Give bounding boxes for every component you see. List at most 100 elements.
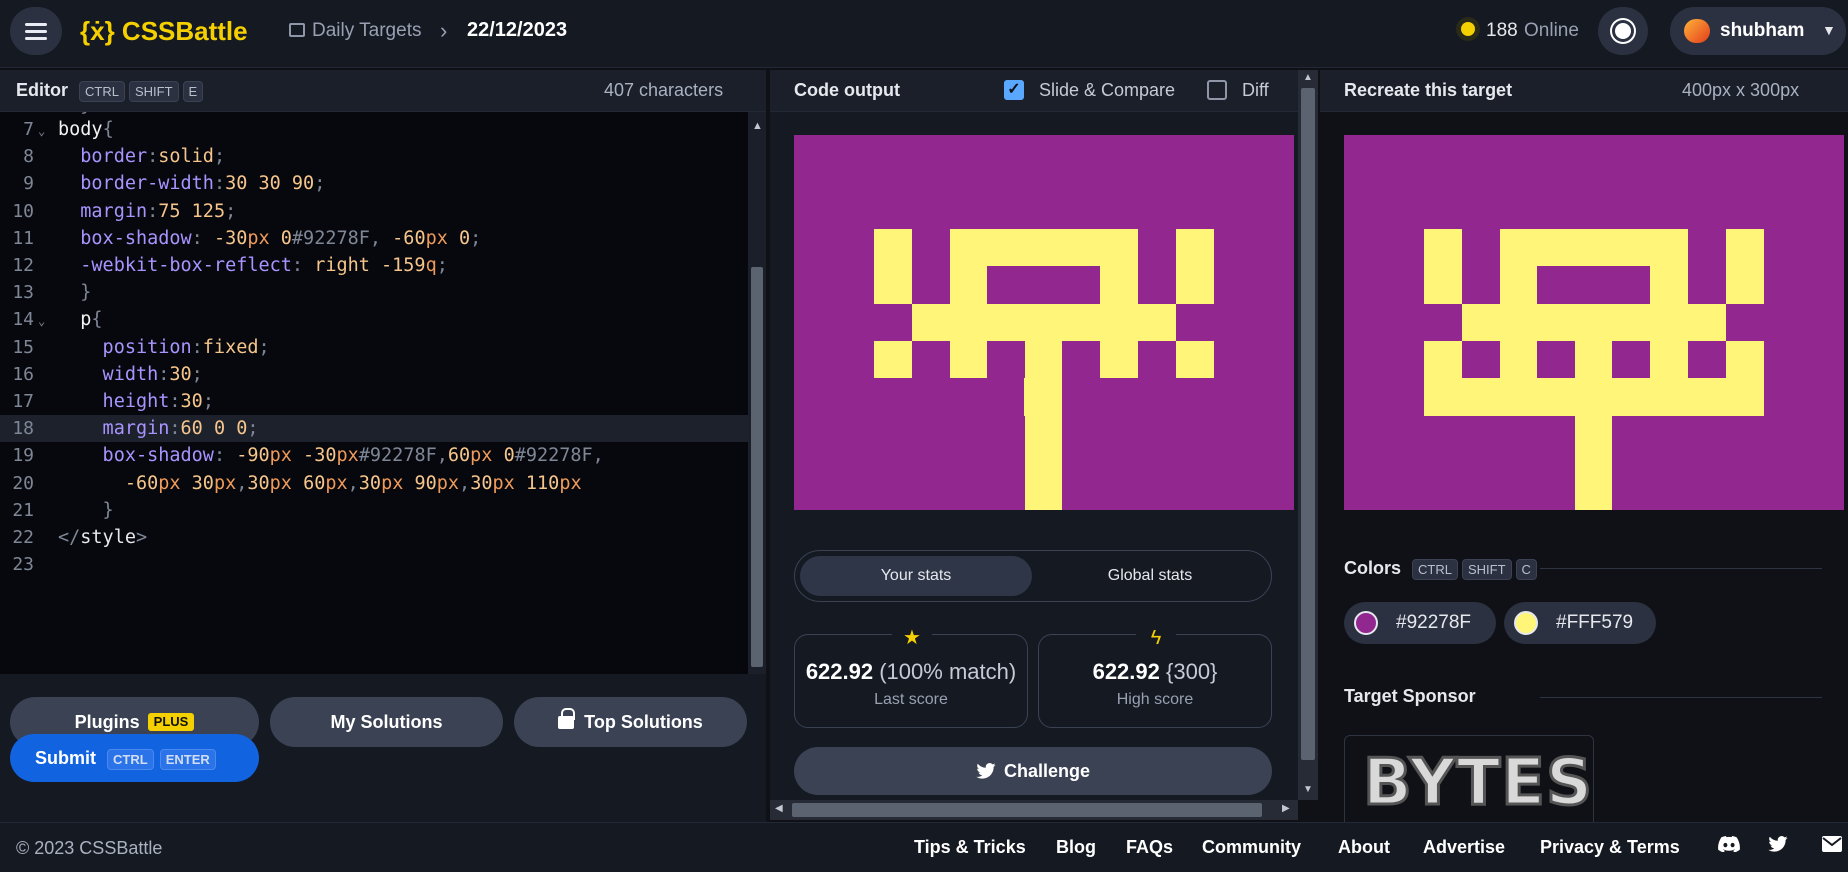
lock-icon	[558, 708, 576, 729]
target-purple-cutout	[1537, 341, 1575, 378]
fold-chevron-icon[interactable]: ⌄	[38, 118, 45, 145]
scroll-left-icon[interactable]: ◀	[775, 803, 783, 814]
code-text: }	[58, 497, 114, 524]
editor-scrollbar[interactable]: ▲	[748, 112, 766, 674]
color-chip-yellow[interactable]: #FFF579	[1504, 602, 1656, 644]
code-output-canvas[interactable]	[794, 135, 1294, 510]
code-token: px	[470, 445, 493, 467]
code-token: px	[492, 472, 515, 494]
code-text: body{	[58, 116, 114, 143]
line-number: 13	[12, 282, 34, 304]
code-line[interactable]: 13 }	[0, 279, 748, 306]
colors-shortcut: CTRL SHIFT C	[1412, 558, 1541, 580]
output-horizontal-scrollbar[interactable]: ◀ ▶	[770, 800, 1298, 820]
target-purple-cutout	[1688, 229, 1726, 304]
line-number: 16	[12, 363, 34, 385]
output-purple-cutout	[1062, 341, 1100, 378]
stats-tabs: Your stats Global stats	[794, 550, 1272, 602]
code-line[interactable]: 16 width:30;	[0, 361, 748, 388]
code-token: ,	[459, 472, 471, 494]
sponsor-banner[interactable]: BYTES	[1344, 735, 1594, 835]
code-line[interactable]: 9 border-width:30 30 90;	[0, 170, 748, 197]
kbd-ctrl: CTRL	[79, 81, 125, 102]
tab-global-stats[interactable]: Global stats	[1034, 556, 1266, 596]
output-purple-cutout	[1138, 229, 1176, 304]
footer-link-community[interactable]: Community	[1202, 837, 1301, 858]
code-text: position:fixed;	[58, 334, 270, 361]
code-token: :	[213, 173, 226, 195]
scroll-up-icon[interactable]: ▲	[752, 120, 763, 132]
diff-checkbox[interactable]	[1207, 80, 1227, 100]
submit-button[interactable]: Submit CTRL ENTER	[10, 734, 259, 782]
hamburger-menu-button[interactable]	[10, 7, 62, 55]
sponsor-logo: BYTES	[1361, 745, 1594, 822]
challenge-button[interactable]: Challenge	[794, 747, 1272, 795]
code-line[interactable]: 17 height:30;	[0, 388, 748, 415]
tab-your-stats[interactable]: Your stats	[800, 556, 1032, 596]
code-line[interactable]: 7 ⌄ body{	[0, 116, 748, 143]
footer-link-advertise[interactable]: Advertise	[1423, 837, 1505, 858]
code-line[interactable]: 18 margin:60 0 0;	[0, 415, 748, 443]
breadcrumb-daily-targets[interactable]: Daily Targets	[312, 20, 421, 42]
code-token: #92278F,	[358, 445, 448, 467]
output-horizontal-thumb[interactable]	[792, 803, 1262, 817]
footer-link-about[interactable]: About	[1338, 837, 1390, 858]
high-score-label: High score	[1116, 691, 1194, 708]
sun-icon	[1615, 23, 1631, 39]
code-token: q	[425, 255, 437, 276]
code-line[interactable]: 21 }	[0, 497, 748, 524]
footer: © 2023 CSSBattle Tips & Tricks Blog FAQs…	[0, 822, 1848, 872]
output-yellow-block	[1176, 341, 1214, 378]
code-editor[interactable]: } 7⌄body{8 border:solid;9 border-width:3…	[0, 112, 748, 674]
fold-chevron-icon[interactable]: ⌄	[38, 308, 45, 335]
code-line[interactable]: 14 ⌄ p{	[0, 306, 748, 333]
code-token: ;	[191, 363, 203, 385]
code-line[interactable]: 12 -webkit-box-reflect: right -159q;	[0, 252, 748, 279]
code-text: p{	[58, 306, 102, 333]
target-purple-cutout	[1462, 229, 1500, 304]
scroll-down-icon[interactable]: ▼	[1303, 784, 1313, 795]
code-line[interactable]: 22 </style>	[0, 524, 748, 551]
discord-icon[interactable]	[1718, 836, 1740, 857]
output-scrollbar-thumb[interactable]	[1301, 88, 1315, 760]
code-token: }	[58, 282, 92, 304]
theme-toggle-button[interactable]	[1598, 7, 1648, 55]
slide-compare-checkbox[interactable]: ✓	[1004, 80, 1024, 100]
twitter-icon[interactable]	[1768, 836, 1788, 857]
diff-label[interactable]: Diff	[1242, 80, 1269, 101]
code-token: :	[147, 200, 159, 222]
user-menu-button[interactable]: shubham ▼	[1670, 7, 1846, 55]
color-chip-purple[interactable]: #92278F	[1344, 602, 1496, 644]
footer-link-tips[interactable]: Tips & Tricks	[914, 837, 1026, 858]
code-line[interactable]: 10 margin:75 125;	[0, 198, 748, 225]
cssbattle-logo[interactable]: {ẋ} CSSBattle	[80, 16, 248, 47]
top-solutions-button[interactable]: Top Solutions	[514, 697, 747, 747]
email-icon[interactable]	[1822, 836, 1842, 857]
footer-link-faqs[interactable]: FAQs	[1126, 837, 1173, 858]
code-line[interactable]: 23	[0, 551, 748, 578]
code-token: 60 0 0	[180, 418, 248, 440]
code-line[interactable]: 8 border:solid;	[0, 143, 748, 170]
output-scrollbar[interactable]: ▲ ▼	[1298, 70, 1318, 800]
footer-link-privacy[interactable]: Privacy & Terms	[1540, 837, 1680, 858]
line-number: 7	[23, 119, 34, 140]
code-token: </	[58, 527, 81, 548]
sponsor-title: Target Sponsor	[1344, 686, 1476, 706]
scroll-up-icon[interactable]: ▲	[1303, 72, 1313, 83]
scroll-right-icon[interactable]: ▶	[1282, 803, 1290, 814]
code-token: 30	[247, 472, 270, 494]
my-solutions-button[interactable]: My Solutions	[270, 697, 503, 747]
code-line[interactable]: 11 box-shadow: -30px 0#92278F, -60px 0;	[0, 225, 748, 252]
slide-compare-label[interactable]: Slide & Compare	[1039, 80, 1175, 101]
code-text: border-width:30 30 90;	[58, 170, 325, 197]
code-text: -webkit-box-reflect: right -159q;	[58, 252, 448, 279]
code-token: ;	[202, 391, 214, 412]
editor-scrollbar-thumb[interactable]	[751, 267, 763, 667]
code-line[interactable]: 19 box-shadow: -90px -30px#92278F,60px 0…	[0, 442, 748, 469]
footer-link-blog[interactable]: Blog	[1056, 837, 1096, 858]
code-token: -30	[213, 227, 248, 249]
code-line[interactable]: 20 -60px 30px,30px 60px,30px 90px,30px 1…	[0, 470, 748, 497]
code-token: 30	[358, 472, 382, 494]
code-line[interactable]: 15 position:fixed;	[0, 334, 748, 361]
output-purple-cutout	[1062, 378, 1214, 418]
